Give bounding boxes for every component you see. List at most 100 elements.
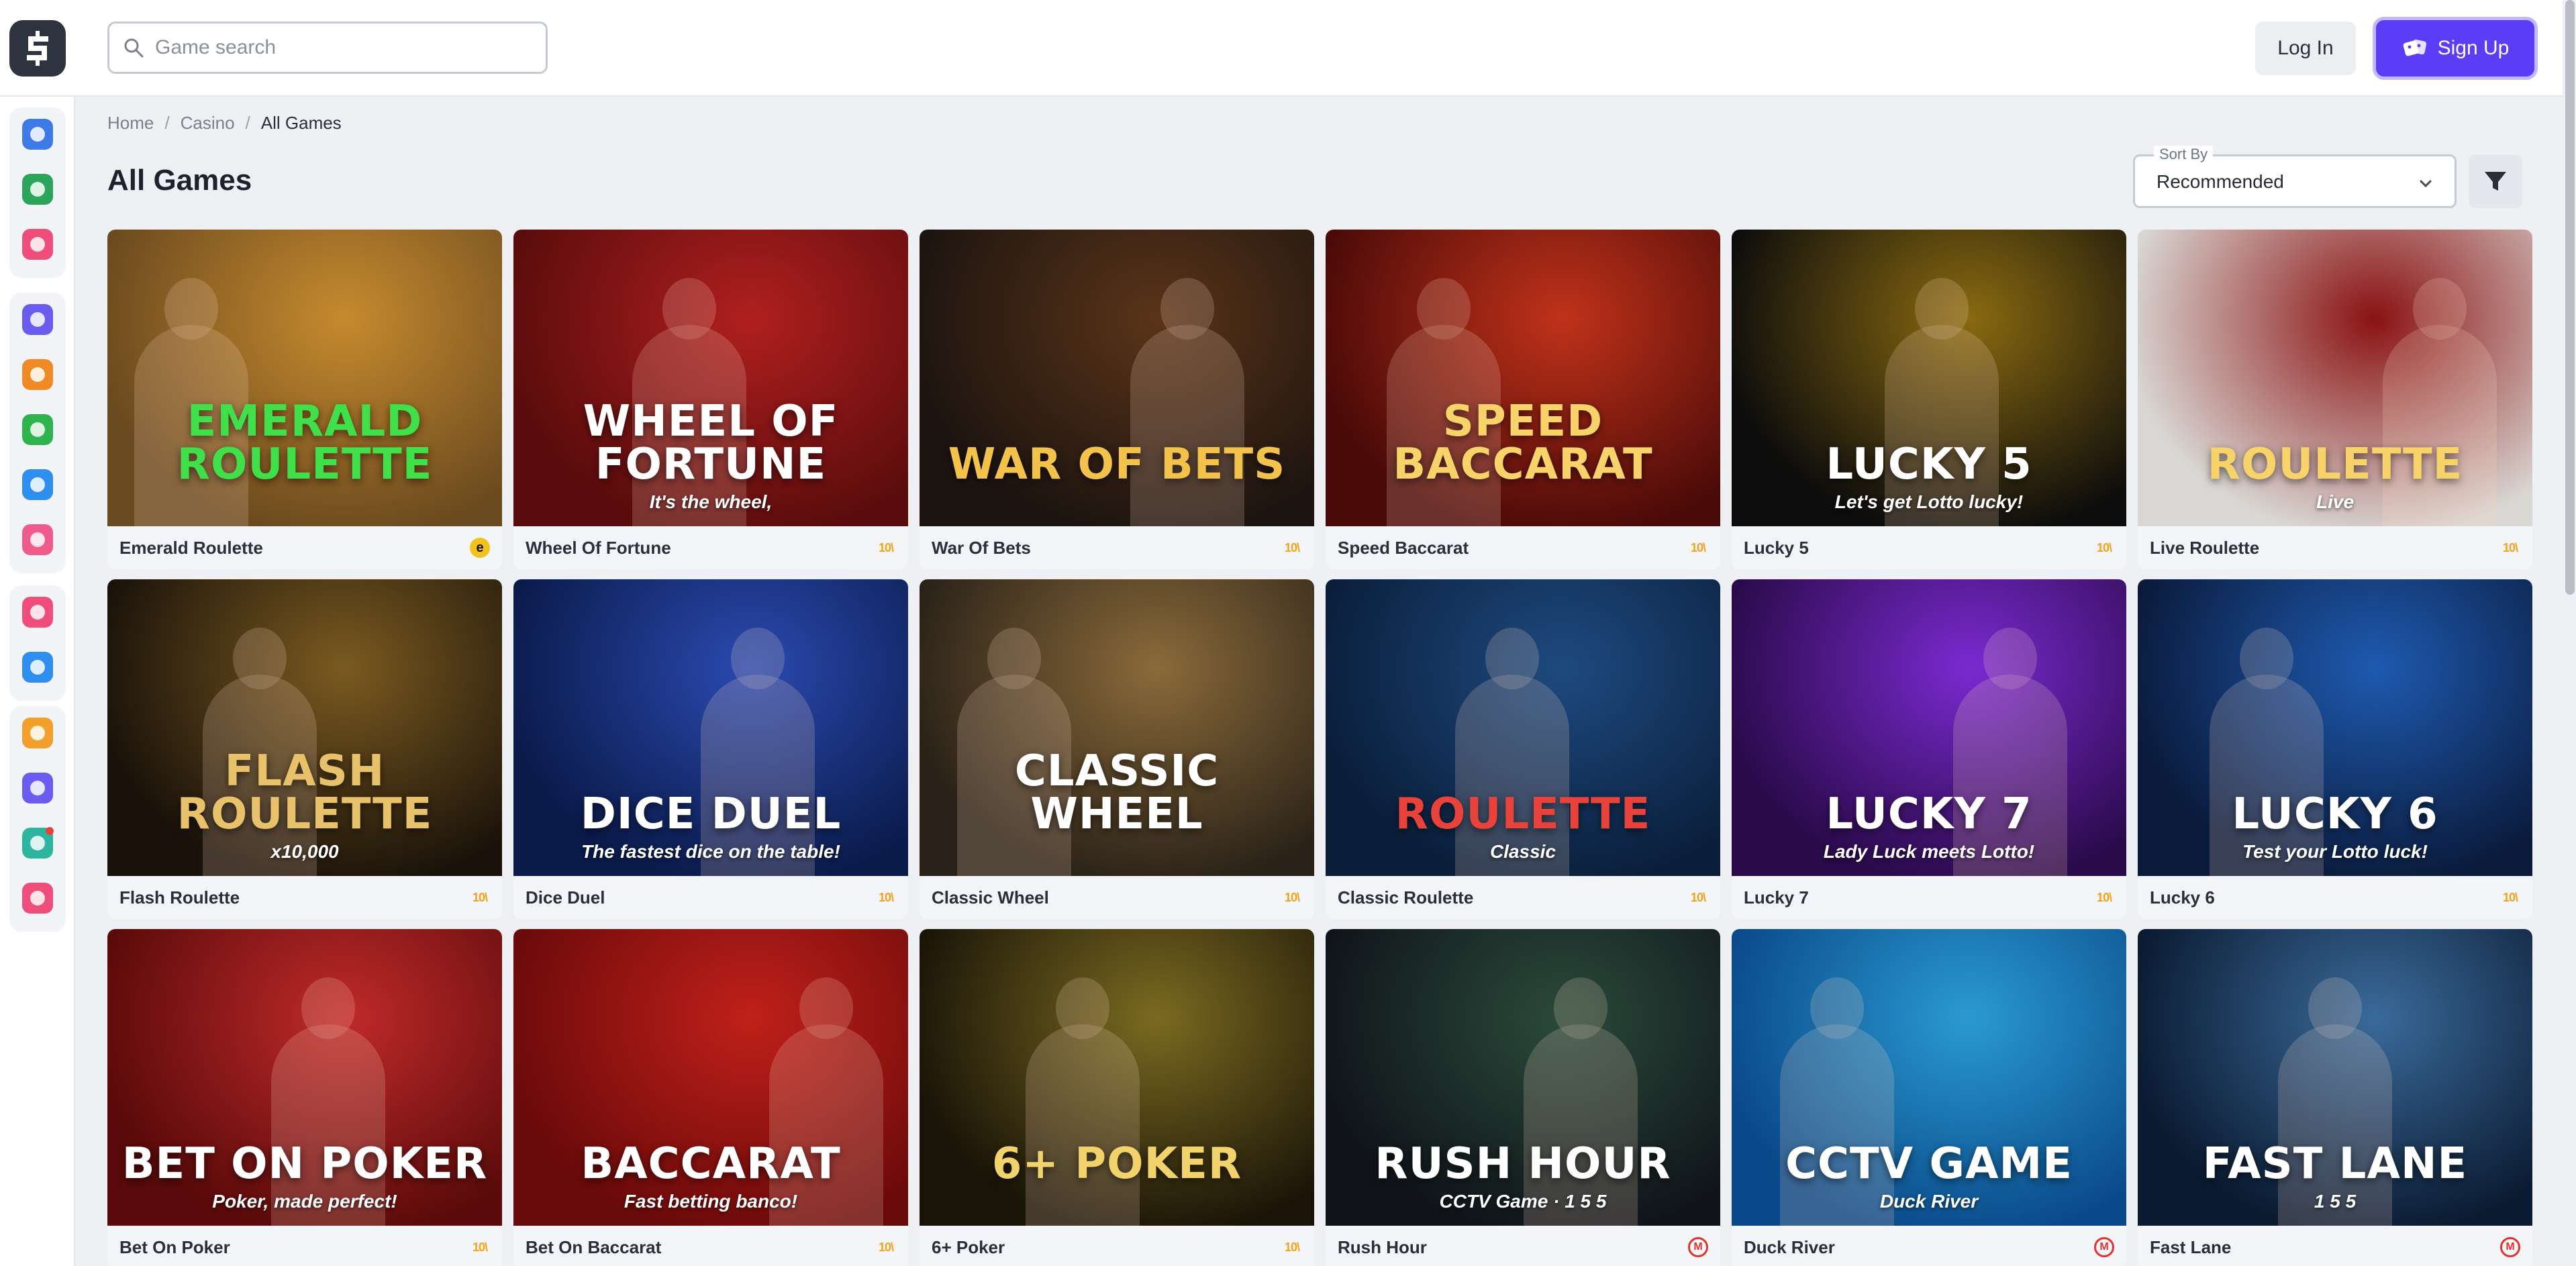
game-caption[interactable]: Speed Baccarat 10\	[1326, 526, 1720, 569]
breadcrumb-casino[interactable]: Casino	[181, 113, 235, 134]
signup-button[interactable]: Sign Up	[2376, 20, 2534, 77]
percent-icon	[22, 414, 53, 445]
provider-ezugi-icon: 10\	[1690, 890, 1706, 904]
game-caption[interactable]: Fast Lane M	[2138, 1226, 2532, 1266]
login-button[interactable]: Log In	[2255, 21, 2356, 75]
game-thumbnail[interactable]: Rush Hour CCTV Game · 1 5 5	[1326, 929, 1720, 1226]
dealer-figure	[1026, 977, 1140, 1226]
signup-dice-icon	[2403, 39, 2426, 56]
sidebar-item-heart[interactable]	[16, 223, 59, 266]
sidebar-item-chip[interactable]	[16, 168, 59, 211]
game-name: Lucky 6	[2150, 887, 2215, 908]
dealer-figure	[1130, 278, 1244, 526]
game-name: Classic Roulette	[1338, 887, 1474, 908]
game-thumbnail[interactable]: CCTV Game Duck River	[1732, 929, 2126, 1226]
game-caption[interactable]: Emerald Roulette e	[107, 526, 502, 569]
game-thumbnail[interactable]: Lucky 6 Test your Lotto luck!	[2138, 579, 2532, 876]
game-caption[interactable]: Dice Duel 10\	[513, 876, 908, 919]
sort-by-select[interactable]: Sort By Recommended	[2133, 146, 2457, 208]
sidebar-item-calendar[interactable]	[16, 767, 59, 810]
filter-button[interactable]	[2469, 154, 2522, 208]
game-thumbnail[interactable]: Bet On Poker Poker, made perfect!	[107, 929, 502, 1226]
scrollbar-thumb[interactable]	[2565, 0, 2575, 595]
game-thumbnail[interactable]: Roulette Live	[2138, 230, 2532, 526]
game-caption[interactable]: Duck River M	[1732, 1226, 2126, 1266]
gift-icon	[22, 597, 53, 628]
sidebar-item-grid[interactable]	[16, 298, 59, 341]
provider-evo-icon: e	[470, 538, 490, 558]
sidebar-item-vip[interactable]	[16, 712, 59, 754]
game-card[interactable]: Fast Lane 1 5 5 Fast Lane M	[2138, 929, 2532, 1266]
game-caption[interactable]: Flash Roulette 10\	[107, 876, 502, 919]
game-art-title: Flash Roulette	[177, 746, 433, 839]
game-card[interactable]: Bet On Poker Poker, made perfect! Bet On P…	[107, 929, 502, 1266]
game-caption[interactable]: Lucky 7 10\	[1732, 876, 2126, 919]
game-caption[interactable]: Rush Hour M	[1326, 1226, 1720, 1266]
sidebar-item-news[interactable]	[16, 822, 59, 865]
game-caption[interactable]: Wheel Of Fortune 10\	[513, 526, 908, 569]
game-caption[interactable]: Live Roulette 10\	[2138, 526, 2532, 569]
game-thumbnail[interactable]: War Of Bets	[920, 230, 1314, 526]
sidebar-item-coins[interactable]	[16, 646, 59, 689]
game-card[interactable]: Lucky 5 Let's get Lotto lucky! Lucky 5 10\	[1732, 230, 2126, 569]
sidebar-item-trophy[interactable]	[16, 353, 59, 396]
game-caption[interactable]: Classic Wheel 10\	[920, 876, 1314, 919]
game-card[interactable]: Rush Hour CCTV Game · 1 5 5 Rush Hour M	[1326, 929, 1720, 1266]
game-thumbnail[interactable]: Baccarat Fast betting banco!	[513, 929, 908, 1226]
game-name: War Of Bets	[932, 537, 1031, 558]
site-logo[interactable]	[9, 20, 66, 77]
game-card[interactable]: Speed Baccarat Speed Baccarat 10\	[1326, 230, 1720, 569]
game-card[interactable]: Emerald Roulette Emerald Roulette e	[107, 230, 502, 569]
game-card[interactable]: Flash Roulette x10,000 Flash Roulette 10\	[107, 579, 502, 919]
sidebar-item-gift[interactable]	[16, 591, 59, 634]
game-thumbnail[interactable]: Dice Duel The fastest dice on the table!	[513, 579, 908, 876]
game-search-input[interactable]	[155, 36, 531, 59]
game-caption[interactable]: Lucky 6 10\	[2138, 876, 2532, 919]
sidebar-item-cards[interactable]	[16, 518, 59, 561]
game-caption[interactable]: War Of Bets 10\	[920, 526, 1314, 569]
game-thumbnail[interactable]: Wheel Of Fortune It's the wheel,	[513, 230, 908, 526]
game-card[interactable]: CCTV Game Duck River Duck River M	[1732, 929, 2126, 1266]
game-thumbnail[interactable]: 6+ Poker	[920, 929, 1314, 1226]
game-card[interactable]: Lucky 6 Test your Lotto luck! Lucky 6 10\	[2138, 579, 2532, 919]
breadcrumb-separator: /	[164, 112, 170, 133]
sort-by-value: Recommended	[2157, 171, 2284, 192]
game-thumbnail[interactable]: Lucky 7 Lady Luck meets Lotto!	[1732, 579, 2126, 876]
game-caption[interactable]: Bet On Baccarat 10\	[513, 1226, 908, 1266]
breadcrumb-home[interactable]: Home	[107, 113, 154, 134]
game-card[interactable]: Baccarat Fast betting banco! Bet On Baccar…	[513, 929, 908, 1266]
sidebar-item-chat[interactable]	[16, 877, 59, 920]
game-card[interactable]: 6+ Poker 6+ Poker 10\	[920, 929, 1314, 1266]
provider-ezugi-icon: 10\	[2502, 540, 2518, 554]
game-card[interactable]: War Of Bets War Of Bets 10\	[920, 230, 1314, 569]
heart-icon	[22, 229, 53, 260]
game-caption[interactable]: Lucky 5 10\	[1732, 526, 2126, 569]
game-search-box[interactable]	[107, 21, 548, 74]
game-caption[interactable]: Bet On Poker 10\	[107, 1226, 502, 1266]
game-card[interactable]: Wheel Of Fortune It's the wheel, Wheel Of …	[513, 230, 908, 569]
game-thumbnail[interactable]: Fast Lane 1 5 5	[2138, 929, 2532, 1226]
game-name: Bet On Baccarat	[526, 1236, 662, 1257]
game-card[interactable]: Roulette Classic Classic Roulette 10\	[1326, 579, 1720, 919]
sidebar-item-dice[interactable]	[16, 113, 59, 156]
game-thumbnail[interactable]: Speed Baccarat	[1326, 230, 1720, 526]
game-thumbnail[interactable]: Classic Wheel	[920, 579, 1314, 876]
game-thumbnail[interactable]: Roulette Classic	[1326, 579, 1720, 876]
sidebar-item-percent[interactable]	[16, 408, 59, 451]
game-caption[interactable]: Classic Roulette 10\	[1326, 876, 1720, 919]
game-card[interactable]: Dice Duel The fastest dice on the table! D…	[513, 579, 908, 919]
filter-icon	[2485, 172, 2506, 191]
game-thumbnail[interactable]: Flash Roulette x10,000	[107, 579, 502, 876]
provider-ezugi-icon: 10\	[1284, 1240, 1300, 1254]
game-art-subtitle: Let's get Lotto lucky!	[1834, 491, 2024, 512]
game-card[interactable]: Classic Wheel Classic Wheel 10\	[920, 579, 1314, 919]
game-card[interactable]: Roulette Live Live Roulette 10\	[2138, 230, 2532, 569]
game-thumbnail[interactable]: Emerald Roulette	[107, 230, 502, 526]
sidebar-item-target[interactable]	[16, 463, 59, 506]
game-card[interactable]: Lucky 7 Lady Luck meets Lotto! Lucky 7 10\	[1732, 579, 2126, 919]
game-thumbnail[interactable]: Lucky 5 Let's get Lotto lucky!	[1732, 230, 2126, 526]
game-name: Fast Lane	[2150, 1236, 2232, 1257]
game-caption[interactable]: 6+ Poker 10\	[920, 1226, 1314, 1266]
page-title: All Games	[107, 164, 252, 197]
provider-ezugi-icon: 10\	[1284, 540, 1300, 554]
